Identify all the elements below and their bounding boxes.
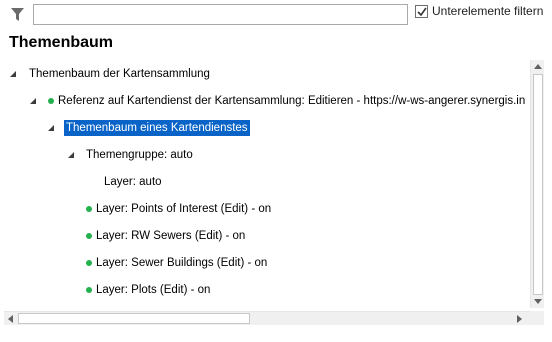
expanded-icon[interactable] xyxy=(68,152,74,158)
status-dot-icon xyxy=(86,260,92,266)
vertical-scrollbar[interactable] xyxy=(530,60,544,308)
status-dot-icon xyxy=(48,98,54,104)
page-title: Themenbaum xyxy=(9,34,114,51)
tree-node-label: Themenbaum der Kartensammlung xyxy=(29,68,210,80)
horizontal-scrollbar[interactable] xyxy=(4,311,530,325)
status-dot-icon xyxy=(86,206,92,212)
tree-node-theme-group[interactable]: Themengruppe: auto xyxy=(4,145,530,165)
horizontal-scroll-thumb[interactable] xyxy=(18,313,250,324)
tree-node-layer-plots[interactable]: Layer: Plots (Edit) - on xyxy=(4,280,530,300)
status-dot-icon xyxy=(86,233,92,239)
scrollbar-corner xyxy=(530,311,544,325)
tree-node-layer-auto[interactable]: Layer: auto xyxy=(4,172,530,192)
tree-node-label: Referenz auf Kartendienst der Kartensamm… xyxy=(58,95,526,107)
expanded-icon[interactable] xyxy=(30,98,36,104)
tree-node-label: Layer: Points of Interest (Edit) - on xyxy=(96,203,272,215)
vertical-scroll-thumb[interactable] xyxy=(533,74,543,295)
scroll-up-arrow-icon[interactable] xyxy=(534,64,542,69)
tree-node-label: Layer: Sewer Buildings (Edit) - on xyxy=(96,257,268,269)
tree-node-label: Layer: RW Sewers (Edit) - on xyxy=(96,230,246,242)
tree-node-layer-points-of-interest[interactable]: Layer: Points of Interest (Edit) - on xyxy=(4,199,530,219)
filter-subelements-checkbox[interactable] xyxy=(415,5,428,18)
tree-node-label: Themenbaum eines Kartendienstes xyxy=(64,120,250,136)
filter-icon[interactable] xyxy=(10,7,25,23)
scroll-left-arrow-icon[interactable] xyxy=(8,315,13,323)
scroll-right-arrow-icon[interactable] xyxy=(517,315,522,323)
tree-node-label: Layer: Plots (Edit) - on xyxy=(96,284,211,296)
status-dot-icon xyxy=(86,287,92,293)
theme-tree: Themenbaum der Kartensammlung Referenz a… xyxy=(4,58,530,308)
tree-node-service-theme-tree[interactable]: Themenbaum eines Kartendienstes xyxy=(4,118,530,138)
tree-node-layer-rw-sewers[interactable]: Layer: RW Sewers (Edit) - on xyxy=(4,226,530,246)
tree-node-label: Themengruppe: auto xyxy=(86,149,193,161)
tree-node-label: Layer: auto xyxy=(104,176,162,188)
filter-input[interactable] xyxy=(33,4,408,25)
tree-node-layer-sewer-buildings[interactable]: Layer: Sewer Buildings (Edit) - on xyxy=(4,253,530,273)
tree-node-map-collection[interactable]: Themenbaum der Kartensammlung xyxy=(4,64,530,84)
tree-node-map-service-reference[interactable]: Referenz auf Kartendienst der Kartensamm… xyxy=(4,91,530,111)
scroll-down-arrow-icon[interactable] xyxy=(534,299,542,304)
expanded-icon[interactable] xyxy=(48,125,54,131)
expanded-icon[interactable] xyxy=(10,71,16,77)
filter-subelements-label: Unterelemente filtern xyxy=(432,4,544,18)
